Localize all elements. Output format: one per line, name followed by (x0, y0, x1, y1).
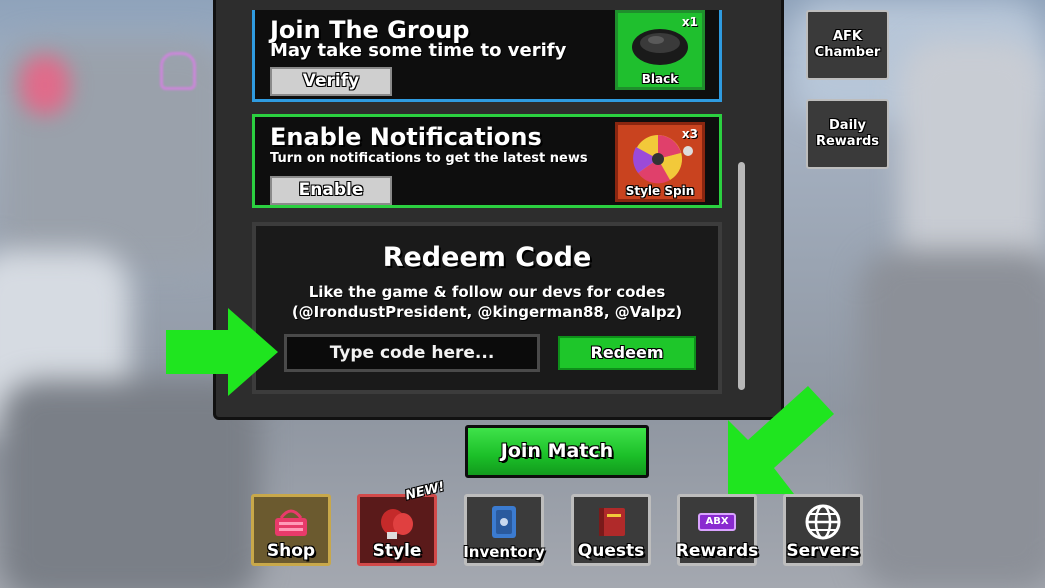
group-reward-item: x1 Black (615, 10, 705, 90)
rewards-button[interactable]: ABX Rewards (675, 494, 759, 566)
notifications-subtitle: Turn on notifications to get the latest … (270, 151, 588, 166)
join-group-subtitle: May take some time to verify (270, 40, 567, 61)
shop-basket-icon (254, 503, 328, 541)
redeem-code-section: Redeem Code Like the game & follow our d… (252, 222, 722, 394)
quests-button[interactable]: Quests (571, 494, 651, 566)
shop-button[interactable]: Shop (251, 494, 331, 566)
group-reward-name: Black (641, 72, 679, 86)
abx-ticket-text: ABX (698, 513, 736, 531)
background-character (20, 55, 70, 115)
code-input[interactable] (284, 334, 540, 372)
style-spin-wheel-icon (633, 135, 693, 184)
quests-label: Quests (577, 541, 645, 561)
boxing-gloves-icon (360, 503, 434, 541)
enable-button[interactable]: Enable (270, 176, 392, 205)
daily-rewards-button[interactable]: Daily Rewards (806, 99, 889, 169)
redeem-description-line2: (@IrondustPresident, @kingerman88, @Valp… (291, 303, 683, 321)
abx-ticket-icon: ABX (680, 503, 754, 541)
verify-button[interactable]: Verify (270, 67, 392, 96)
globe-icon (786, 503, 860, 541)
arrow-down-left-icon (728, 386, 834, 494)
rewards-label: Rewards (675, 541, 759, 561)
black-cosmetic-icon (632, 29, 688, 65)
servers-label: Servers (786, 541, 860, 561)
panel-scrollbar[interactable] (738, 162, 745, 390)
player-marker-icon (160, 52, 196, 90)
safe-icon (467, 503, 541, 541)
redeem-description: Like the game & follow our devs for code… (256, 282, 718, 322)
redeem-description-line1: Like the game & follow our devs for code… (308, 283, 666, 301)
join-group-card: Join The Group May take some time to ver… (252, 10, 722, 102)
codes-panel: Join The Group May take some time to ver… (213, 0, 784, 420)
quest-book-icon (574, 503, 648, 541)
join-match-button[interactable]: Join Match (465, 425, 649, 478)
shop-label: Shop (266, 541, 316, 561)
arrow-right-icon (166, 308, 278, 396)
notifications-title: Enable Notifications (270, 123, 542, 151)
redeem-title: Redeem Code (382, 242, 592, 273)
inventory-label: Inventory (463, 543, 545, 561)
inventory-button[interactable]: Inventory (463, 494, 545, 566)
notif-reward-item: x3 Style Spin (615, 122, 705, 202)
afk-chamber-button[interactable]: AFK Chamber (806, 10, 889, 80)
style-button[interactable]: Style (357, 494, 437, 566)
style-label: Style (372, 541, 422, 561)
servers-button[interactable]: Servers (783, 494, 863, 566)
background-street (860, 250, 1045, 588)
notifications-card: Enable Notifications Turn on notificatio… (252, 114, 722, 208)
notif-reward-name: Style Spin (625, 184, 695, 198)
redeem-button[interactable]: Redeem (558, 336, 696, 370)
